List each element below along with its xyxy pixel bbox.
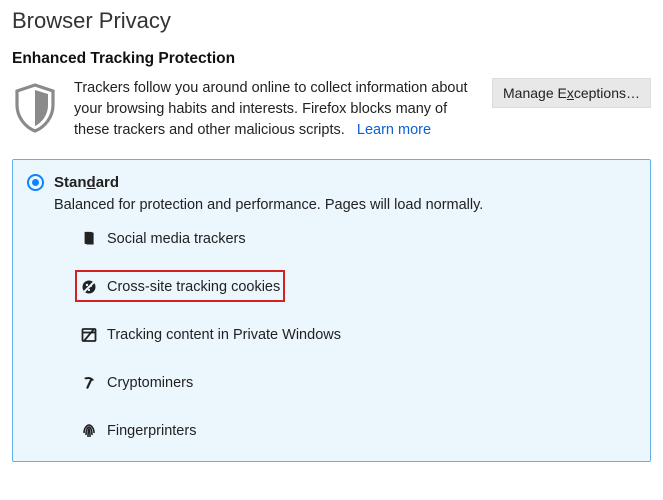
item-label: Cross-site tracking cookies <box>107 279 280 295</box>
window-icon <box>81 327 97 343</box>
page-title: Browser Privacy <box>12 8 651 34</box>
thumbs-icon <box>81 231 97 247</box>
shield-icon <box>12 78 58 138</box>
radio-selected-icon <box>27 174 44 191</box>
pickaxe-icon <box>81 375 97 391</box>
item-cryptominers: Cryptominers <box>81 371 636 395</box>
standard-radio-row[interactable]: Standard <box>27 174 636 191</box>
protection-items: Social media trackers Cross-site trackin… <box>81 227 636 443</box>
item-label: Cryptominers <box>107 375 193 391</box>
item-tracking-content-private: Tracking content in Private Windows <box>81 323 636 347</box>
intro-row: Trackers follow you around online to col… <box>12 78 651 141</box>
item-cross-site-cookies: Cross-site tracking cookies <box>81 275 636 299</box>
standard-panel: Standard Balanced for protection and per… <box>12 159 651 462</box>
standard-radio-label: Standard <box>54 174 119 191</box>
standard-description: Balanced for protection and performance.… <box>54 197 636 213</box>
item-social-media-trackers: Social media trackers <box>81 227 636 251</box>
intro-text: Trackers follow you around online to col… <box>74 78 476 141</box>
fingerprint-icon <box>81 423 97 439</box>
item-fingerprinters: Fingerprinters <box>81 419 636 443</box>
learn-more-link[interactable]: Learn more <box>357 122 431 138</box>
item-label: Social media trackers <box>107 231 246 247</box>
item-label: Fingerprinters <box>107 423 196 439</box>
manage-exceptions-button[interactable]: Manage Exceptions… <box>492 78 651 108</box>
item-label: Tracking content in Private Windows <box>107 327 341 343</box>
manage-key: x <box>567 85 574 101</box>
section-title: Enhanced Tracking Protection <box>12 50 651 68</box>
manage-suffix: ceptions… <box>574 85 640 101</box>
cookie-icon <box>81 279 97 295</box>
manage-prefix: Manage E <box>503 85 567 101</box>
